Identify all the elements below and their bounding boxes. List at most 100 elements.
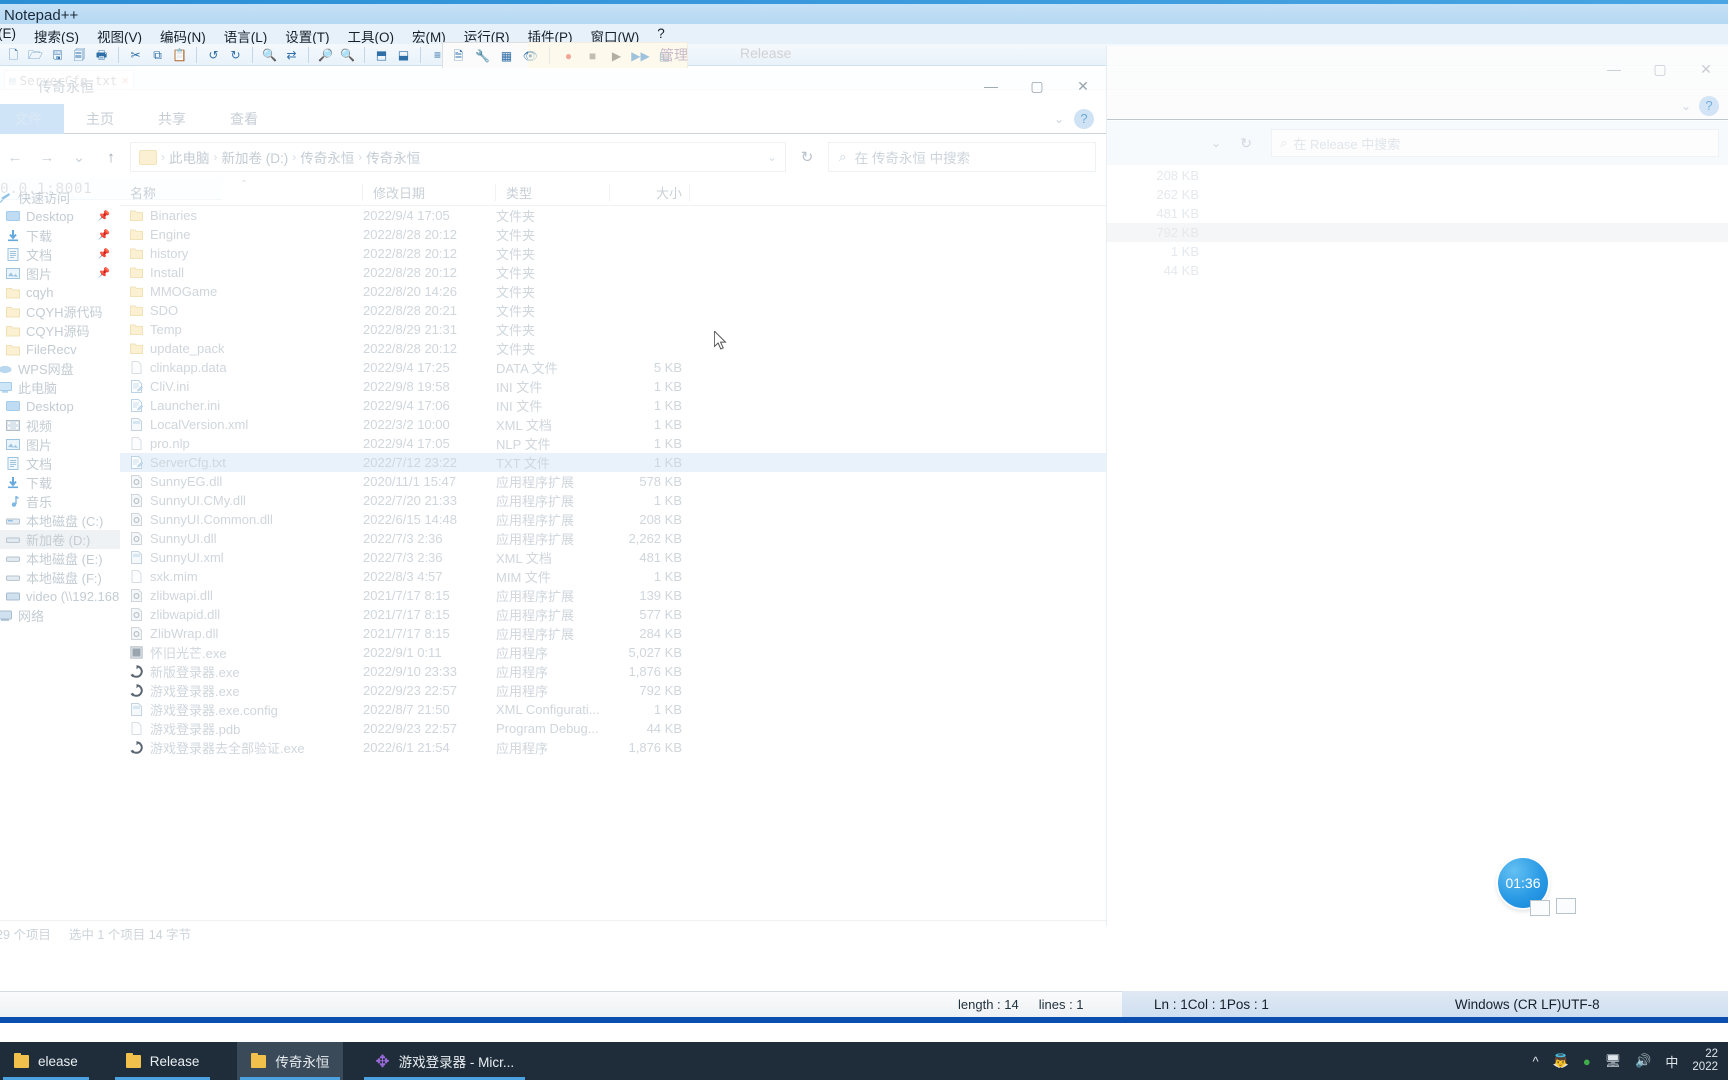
find-icon[interactable]: 🔍	[260, 45, 279, 64]
breadcrumb-dropdown-icon[interactable]: ⌄	[767, 150, 777, 164]
sidebar-item-21[interactable]: video (\\192.168.5	[0, 587, 120, 606]
pin-icon[interactable]: 📌	[98, 268, 110, 279]
sync-scroll-h-icon[interactable]: ⬓	[394, 45, 413, 64]
taskbar-item-release[interactable]: Release	[112, 1042, 214, 1080]
ribbon-tab-share[interactable]: 共享	[136, 104, 208, 134]
table-row[interactable]: history 2022/8/28 20:12 文件夹	[120, 244, 1106, 263]
menu-item-3[interactable]: 编码(N)	[158, 26, 208, 46]
table-row[interactable]: 新版登录器.exe 2022/9/10 23:33 应用程序 1,876 KB	[120, 662, 1106, 681]
minimize-icon[interactable]: —	[968, 71, 1014, 101]
table-row[interactable]: 游戏登录器.exe.config 2022/8/7 21:50 XML Config…	[120, 700, 1106, 719]
breadcrumb[interactable]: › 此电脑 › 新加卷 (D:) › 传奇永恒 › 传奇永恒 ⌄	[130, 142, 786, 172]
column-header-name[interactable]: 名称 ⌃	[120, 179, 363, 206]
cut-icon[interactable]: ✂	[126, 45, 145, 64]
network-icon[interactable]: 🖥	[1605, 1053, 1622, 1069]
menu-item-4[interactable]: 语言(L)	[222, 26, 270, 46]
save-all-icon[interactable]: 🗐	[70, 45, 89, 64]
breadcrumb-item-3[interactable]: 传奇永恒	[366, 147, 420, 167]
table-row[interactable]: SDO 2022/8/28 20:21 文件夹	[120, 301, 1106, 320]
sidebar-item-14[interactable]: 文档	[0, 454, 120, 473]
table-row[interactable]: Install 2022/8/28 20:12 文件夹	[120, 263, 1106, 282]
sidebar-item-6[interactable]: CQYH源代码	[0, 302, 120, 321]
close-icon[interactable]: ✕	[1683, 54, 1728, 84]
table-row[interactable]: clinkapp.data 2022/9/4 17:25 DATA 文件 5 KB	[120, 358, 1106, 377]
help-icon[interactable]: ?	[1699, 95, 1719, 116]
ribbon-tab-view[interactable]: 查看	[208, 104, 280, 134]
pin-icon[interactable]: 📌	[98, 230, 110, 241]
minimize-icon[interactable]: —	[1591, 54, 1637, 84]
breadcrumb-item-0[interactable]: 此电脑	[169, 147, 210, 167]
taskbar-item-chuanqiyongheng[interactable]: 传奇永恒	[237, 1042, 344, 1080]
paste-icon[interactable]: 📋	[170, 45, 189, 64]
tray-mini-icon-1[interactable]	[1530, 900, 1550, 916]
sidebar-item-19[interactable]: 本地磁盘 (E:)	[0, 549, 120, 568]
open-file-icon[interactable]: 🗁	[26, 45, 45, 64]
zoom-out-icon[interactable]: 🔍	[338, 45, 357, 64]
table-row[interactable]: sxk.mim 2022/8/3 4:57 MIM 文件 1 KB	[120, 567, 1106, 586]
table-row[interactable]: SunnyUI.CMy.dll 2022/7/20 21:33 应用程序扩展 1 KB	[120, 491, 1106, 510]
volume-icon[interactable]: 🔊	[1635, 1053, 1651, 1069]
forward-icon[interactable]: →	[34, 144, 60, 170]
maximize-icon[interactable]: ▢	[1637, 54, 1683, 84]
undo-icon[interactable]: ↺	[204, 45, 223, 64]
table-row[interactable]: pro.nlp 2022/9/4 17:05 NLP 文件 1 KB	[120, 434, 1106, 453]
ribbon-chevron-icon[interactable]: ⌄	[1054, 112, 1064, 126]
replace-icon[interactable]: ⇄	[282, 45, 301, 64]
function-list-icon[interactable]: 🗎	[449, 47, 468, 66]
column-header-size[interactable]: 大小	[610, 180, 690, 206]
table-row[interactable]: 游戏登录器去全部验证.exe 2022/6/1 21:54 应用程序 1,876 KB	[120, 738, 1106, 757]
column-header-type[interactable]: 类型	[496, 180, 610, 206]
zoom-in-icon[interactable]: 🔎	[316, 45, 335, 64]
taskbar-item-release-partial[interactable]: elease	[0, 1042, 92, 1080]
menu-item-6[interactable]: 工具(O)	[346, 26, 397, 46]
table-row[interactable]: zlibwapid.dll 2021/7/17 8:15 应用程序扩展 577 KB	[120, 605, 1106, 624]
sidebar-item-9[interactable]: WPS网盘	[0, 359, 120, 378]
address-chevron-icon[interactable]: ⌄	[1211, 136, 1221, 150]
sidebar-item-22[interactable]: 网络	[0, 606, 120, 625]
folder-workspace-icon[interactable]: 🔧	[473, 47, 492, 66]
help-icon[interactable]: ?	[1074, 108, 1094, 129]
sidebar-item-18[interactable]: 新加卷 (D:)	[0, 530, 120, 549]
sidebar-item-13[interactable]: 图片	[0, 435, 120, 454]
table-row[interactable]: ServerCfg.txt 2022/7/12 23:22 TXT 文件 1 KB	[120, 453, 1106, 472]
table-row[interactable]: CliV.ini 2022/9/8 19:58 INI 文件 1 KB	[120, 377, 1106, 396]
table-row[interactable]: LocalVersion.xml 2022/3/2 10:00 XML 文档 1 KB	[120, 415, 1106, 434]
sidebar-item-5[interactable]: cqyh	[0, 283, 120, 302]
pin-icon[interactable]: 📌	[98, 211, 110, 222]
menu-item-5[interactable]: 设置(T)	[283, 26, 331, 46]
table-row[interactable]: SunnyUI.Common.dll 2022/6/15 14:48 应用程序扩展 2…	[120, 510, 1106, 529]
sidebar-item-3[interactable]: 文档 📌	[0, 245, 120, 264]
sidebar-item-16[interactable]: 音乐	[0, 492, 120, 511]
table-row[interactable]: Engine 2022/8/28 20:12 文件夹	[120, 225, 1106, 244]
table-row[interactable]: Temp 2022/8/29 21:31 文件夹	[120, 320, 1106, 339]
table-row[interactable]: SunnyUI.xml 2022/7/3 2:36 XML 文档 481 KB	[120, 548, 1106, 567]
table-row[interactable]: 游戏登录器.exe 2022/9/23 22:57 应用程序 792 KB	[120, 681, 1106, 700]
pin-icon[interactable]: 📌	[98, 249, 110, 260]
table-row[interactable]: ZlibWrap.dll 2021/7/17 8:15 应用程序扩展 284 KB	[120, 624, 1106, 643]
refresh-icon[interactable]: ↻	[1229, 129, 1263, 157]
ribbon-tab-file[interactable]: 文件	[0, 103, 64, 134]
table-row[interactable]: zlibwapi.dll 2021/7/17 8:15 应用程序扩展 139 KB	[120, 586, 1106, 605]
ghost-search-input[interactable]: ⌕ 在 Release 中搜索	[1271, 129, 1719, 157]
close-icon[interactable]: ✕	[1060, 71, 1106, 101]
menu-item-2[interactable]: 视图(V)	[95, 26, 144, 46]
sidebar-item-1[interactable]: Desktop 📌	[0, 207, 120, 226]
vs-tab-manage[interactable]: 管理	[660, 45, 688, 65]
sidebar-item-4[interactable]: 图片 📌	[0, 264, 120, 283]
sidebar-item-10[interactable]: 此电脑	[0, 378, 120, 397]
copy-icon[interactable]: ⧉	[148, 45, 167, 64]
menu-item-1[interactable]: 搜索(S)	[32, 26, 81, 46]
tray-mini-icon-2[interactable]	[1556, 898, 1576, 914]
back-icon[interactable]: ←	[2, 144, 28, 170]
table-row[interactable]: SunnyEG.dll 2020/11/1 15:47 应用程序扩展 578 KB	[120, 472, 1106, 491]
breadcrumb-item-1[interactable]: 新加卷 (D:)	[222, 147, 289, 167]
refresh-icon[interactable]: ↻	[792, 142, 822, 172]
sidebar-item-0[interactable]: 快速访问	[0, 188, 120, 207]
maximize-icon[interactable]: ▢	[1014, 71, 1060, 101]
sidebar-item-11[interactable]: Desktop	[0, 397, 120, 416]
sidebar-item-15[interactable]: 下载	[0, 473, 120, 492]
table-row[interactable]: 游戏登录器.pdb 2022/9/23 22:57 Program Debug...…	[120, 719, 1106, 738]
taskbar-item-visualstudio[interactable]: ✥ 游戏登录器 - Micr...	[361, 1042, 528, 1080]
sidebar-item-2[interactable]: 下载 📌	[0, 226, 120, 245]
sync-scroll-v-icon[interactable]: ⬒	[372, 45, 391, 64]
